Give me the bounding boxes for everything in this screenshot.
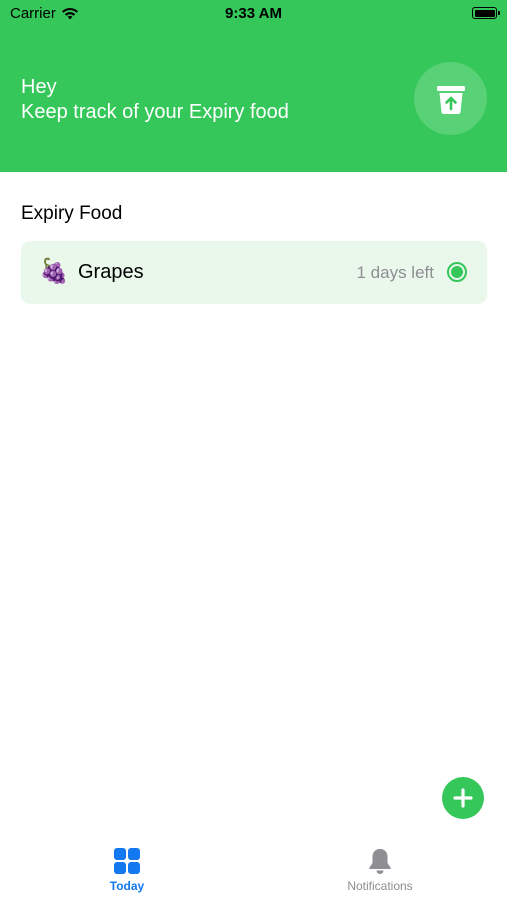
food-list-item[interactable]: 🍇 Grapes 1 days left: [21, 241, 487, 304]
bell-icon: [369, 849, 391, 874]
grapes-emoji-icon: 🍇: [39, 258, 69, 285]
tab-notifications[interactable]: Notifications: [310, 847, 450, 899]
clock: 9:33 AM: [225, 5, 282, 22]
grid-icon: [114, 848, 140, 874]
header: Carrier 9:33 AM Hey Keep track of your E…: [0, 0, 507, 172]
plus-icon: [453, 788, 473, 808]
upload-bin-icon: [436, 85, 465, 114]
battery-icon: [472, 7, 500, 19]
greeting-line-2: Keep track of your Expiry food: [21, 101, 289, 123]
status-bar: Carrier 9:33 AM: [0, 0, 507, 28]
days-left-label: 1 days left: [356, 263, 435, 282]
add-food-button[interactable]: [442, 777, 484, 819]
upload-button[interactable]: [414, 62, 487, 135]
tab-bar: Today Notifications: [0, 840, 507, 900]
greeting: Hey Keep track of your Expiry food: [21, 75, 289, 125]
food-name: Grapes: [78, 261, 144, 283]
status-indicator-icon[interactable]: [447, 262, 467, 282]
section-title: Expiry Food: [21, 203, 123, 224]
tab-today-label: Today: [109, 879, 145, 893]
tab-today[interactable]: Today: [57, 847, 197, 899]
tab-notifications-label: Notifications: [347, 879, 413, 893]
greeting-line-1: Hey: [21, 76, 57, 98]
